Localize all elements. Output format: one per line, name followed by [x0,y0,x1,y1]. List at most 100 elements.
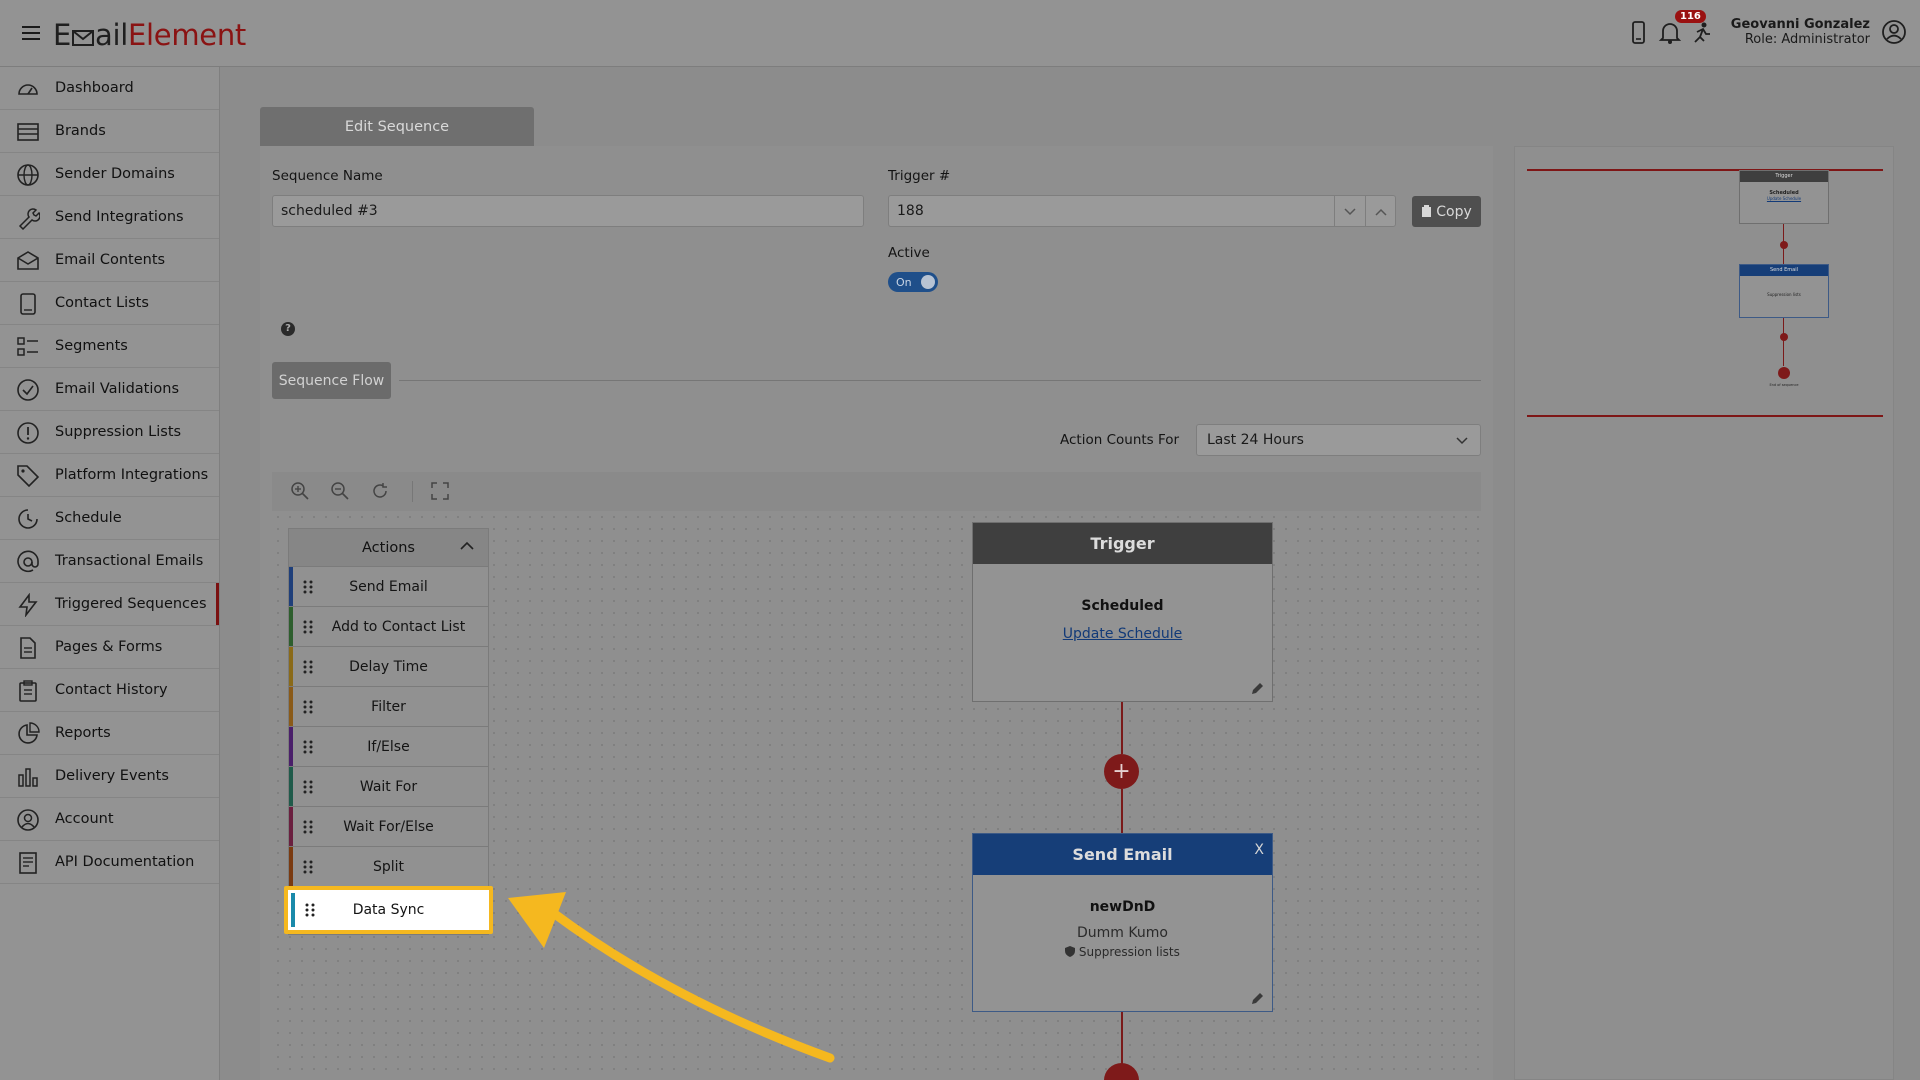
sidebar-item-contact-history[interactable]: Contact History [0,669,219,712]
sidebar-item-triggered-sequences[interactable]: Triggered Sequences [0,583,219,626]
exit-person-icon[interactable] [1688,20,1714,46]
minimap-trigger-title: Trigger [1740,171,1828,182]
drag-handle-icon [303,580,313,594]
minimap-send-email-node: Send Email Suppression lists [1739,264,1829,318]
sidebar-item-label: Email Validations [55,381,179,397]
trigger-number-label: Trigger # [888,168,951,184]
active-toggle[interactable]: On [888,272,938,292]
sidebar-item-sender-domains[interactable]: Sender Domains [0,153,219,196]
sidebar-item-api-documentation[interactable]: API Documentation [0,841,219,884]
minimap-viewport-bottom [1527,415,1883,417]
trigger-number-input[interactable]: 188 [888,195,1396,227]
sidebar-item-label: API Documentation [55,854,195,870]
drag-handle-icon [303,860,313,874]
drag-handle-icon [303,740,313,754]
spin-up-button[interactable] [1365,196,1396,227]
sidebar-item-delivery-events[interactable]: Delivery Events [0,755,219,798]
chevron-down-icon [1344,207,1356,215]
action-wait-for-else[interactable]: Wait For/Else [289,807,488,847]
zoom-out-icon[interactable] [330,481,350,501]
sequence-name-input[interactable]: scheduled #3 [272,195,864,227]
send-email-node[interactable]: Send Email X newDnD Dumm Kumo Suppression… [972,833,1273,1012]
action-label: Delay Time [349,658,428,675]
user-circle-icon [17,809,39,831]
lightning-icon [18,593,38,617]
sequence-flow-button[interactable]: Sequence Flow [272,362,391,399]
action-send-email[interactable]: Send Email [289,567,488,607]
action-label: Wait For/Else [343,818,434,835]
sidebar-item-contact-lists[interactable]: Contact Lists [0,282,219,325]
toggle-knob [921,275,935,289]
sidebar-item-label: Transactional Emails [55,553,204,569]
action-if-else[interactable]: If/Else [289,727,488,767]
action-counts-value: Last 24 Hours [1207,432,1304,448]
action-filter[interactable]: Filter [289,687,488,727]
actions-title: Actions [362,539,415,556]
update-schedule-link[interactable]: Update Schedule [973,614,1272,642]
sidebar-item-label: Triggered Sequences [55,596,207,612]
sidebar-item-account[interactable]: Account [0,798,219,841]
sidebar-item-pages-forms[interactable]: Pages & Forms [0,626,219,669]
copy-button[interactable]: Copy [1412,196,1481,227]
action-counts-select[interactable]: Last 24 Hours [1196,424,1481,456]
flow-connector [1121,1012,1123,1065]
add-step-button[interactable]: + [1104,754,1139,789]
action-split[interactable]: Split [289,847,488,887]
sequence-name-label: Sequence Name [272,168,383,184]
sidebar-item-segments[interactable]: Segments [0,325,219,368]
api-doc-icon [19,852,37,874]
email-name: newDnD [1089,899,1156,915]
minimap-trigger-type: Scheduled [1769,190,1799,196]
flow-connector [1121,702,1123,754]
sidebar-item-schedule[interactable]: Schedule [0,497,219,540]
tab-edit-sequence[interactable]: Edit Sequence [260,107,534,146]
envelope-logo-icon [72,30,95,46]
drag-handle-icon [303,780,313,794]
hamburger-menu-icon[interactable] [22,22,40,44]
spin-down-button[interactable] [1334,196,1365,227]
zoom-in-icon[interactable] [290,481,310,501]
action-data-sync[interactable]: Data Sync [284,886,493,934]
minimap-connector [1783,318,1784,366]
minimap-send-title: Send Email [1740,265,1828,276]
fullscreen-icon[interactable] [430,481,450,501]
action-wait-for[interactable]: Wait For [289,767,488,807]
minimap-viewport-top [1527,169,1883,171]
minimap-trigger-node: Trigger Scheduled Update Schedule [1739,170,1829,224]
logo[interactable]: EailElement [53,18,246,52]
brands-icon [17,123,39,141]
at-icon [17,550,39,573]
logo-word-element: Element [128,18,246,52]
suppression-label: Suppression lists [1078,945,1180,959]
sidebar-item-transactional-emails[interactable]: Transactional Emails [0,540,219,583]
bell-icon[interactable] [1657,20,1683,46]
minimap-send-line: Suppression lists [1767,292,1801,297]
flow-minimap[interactable]: Trigger Scheduled Update Schedule Send E… [1514,146,1894,1080]
pencil-icon[interactable] [1251,992,1264,1005]
sidebar-item-email-validations[interactable]: Email Validations [0,368,219,411]
shield-icon [1065,946,1076,957]
sidebar-item-platform-integrations[interactable]: Platform Integrations [0,454,219,497]
close-node-button[interactable]: X [1254,842,1264,858]
sidebar-item-label: Sender Domains [55,166,175,182]
chevron-up-icon [1375,208,1387,216]
sidebar-item-suppression-lists[interactable]: Suppression Lists [0,411,219,454]
reset-icon[interactable] [370,481,390,501]
sidebar-item-send-integrations[interactable]: Send Integrations [0,196,219,239]
actions-header[interactable]: Actions [289,529,488,567]
user-avatar-icon[interactable] [1881,19,1907,45]
minimap-plus [1780,333,1788,341]
trigger-node[interactable]: Trigger Scheduled Update Schedule [972,522,1273,702]
add-step-button-clipped[interactable] [1104,1063,1139,1080]
action-add-to-contact-list[interactable]: Add to Contact List [289,607,488,647]
action-delay-time[interactable]: Delay Time [289,647,488,687]
sidebar-item-email-contents[interactable]: Email Contents [0,239,219,282]
mobile-phone-icon[interactable] [1625,20,1651,46]
sidebar-item-dashboard[interactable]: Dashboard [0,67,219,110]
pencil-icon[interactable] [1251,682,1264,695]
help-icon[interactable]: ? [281,322,295,336]
sidebar-item-brands[interactable]: Brands [0,110,219,153]
user-info[interactable]: Geovanni Gonzalez Role: Administrator [1731,17,1870,47]
copy-label: Copy [1436,203,1472,220]
sidebar-item-reports[interactable]: Reports [0,712,219,755]
